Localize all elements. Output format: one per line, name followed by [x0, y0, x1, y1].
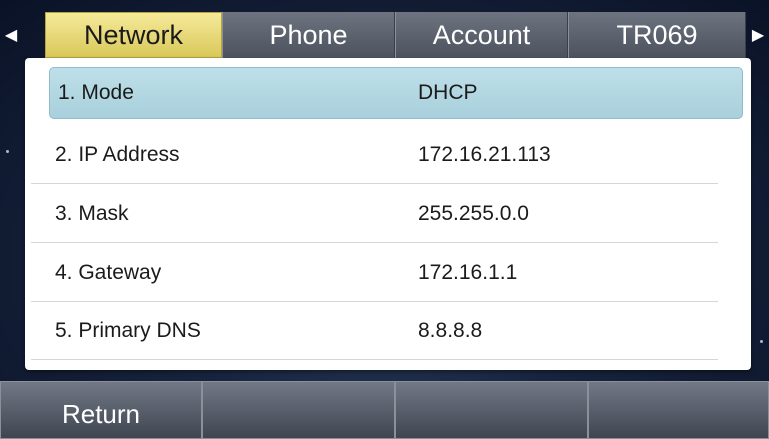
tab-bar: ◀ Network Phone Account TR069 ▶ [0, 12, 769, 58]
tab-scroll-left-icon[interactable]: ◀ [0, 12, 22, 58]
setting-label: 5. Primary DNS [55, 319, 201, 342]
softkey-2[interactable] [202, 381, 395, 439]
tab-label: Network [83, 19, 184, 50]
tab-account[interactable]: Account [395, 12, 568, 58]
setting-label: 3. Mask [55, 202, 129, 225]
setting-value: 172.16.1.1 [418, 261, 518, 284]
row-divider [31, 359, 718, 360]
setting-value: DHCP [418, 81, 478, 104]
row-divider [31, 242, 718, 243]
softkey-label: Return [61, 399, 141, 429]
star-decoration [6, 150, 9, 153]
setting-row-ip-address[interactable]: 2. IP Address 172.16.21.113 [27, 126, 734, 184]
tab-label: TR069 [616, 19, 698, 50]
setting-row-mode[interactable]: 1. Mode DHCP [49, 67, 743, 119]
softkey-3[interactable] [395, 381, 588, 439]
tab-label: Phone [269, 19, 348, 50]
setting-row-primary-dns[interactable]: 5. Primary DNS 8.8.8.8 [27, 302, 734, 360]
tab-tr069[interactable]: TR069 [568, 12, 746, 58]
return-softkey[interactable]: Return [0, 381, 202, 439]
tab-label: Account [432, 19, 531, 50]
tab-scroll-right-icon[interactable]: ▶ [747, 12, 769, 58]
row-divider [31, 183, 718, 184]
setting-label: 4. Gateway [55, 261, 162, 284]
softkey-bar: Return [0, 381, 769, 439]
setting-row-gateway[interactable]: 4. Gateway 172.16.1.1 [27, 244, 734, 302]
tab-phone[interactable]: Phone [222, 12, 395, 58]
softkey-4[interactable] [588, 381, 769, 439]
tab-network[interactable]: Network [45, 12, 222, 58]
setting-value: 8.8.8.8 [418, 319, 483, 342]
setting-value: 172.16.21.113 [418, 143, 551, 166]
setting-label: 1. Mode [58, 81, 134, 104]
setting-label: 2. IP Address [55, 143, 180, 166]
setting-row-mask[interactable]: 3. Mask 255.255.0.0 [27, 185, 734, 243]
star-decoration [760, 340, 763, 343]
setting-value: 255.255.0.0 [418, 202, 529, 225]
